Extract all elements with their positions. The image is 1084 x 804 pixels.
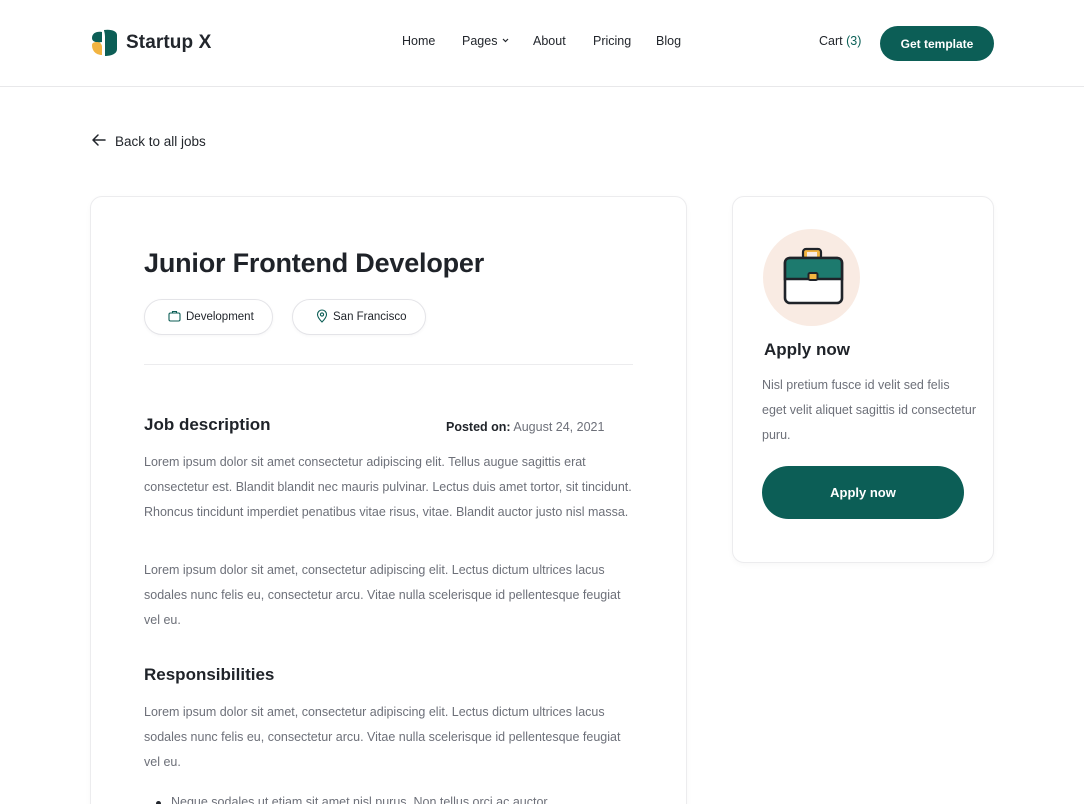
briefcase-icon xyxy=(168,310,181,325)
apply-button-label: Apply now xyxy=(830,485,896,500)
description-paragraph: Lorem ipsum dolor sit amet, consectetur … xyxy=(144,563,621,627)
nav-item-label: About xyxy=(533,34,566,48)
nav-item-pricing[interactable]: Pricing xyxy=(593,34,631,48)
job-details-card: Junior Frontend Developer Development Sa… xyxy=(90,196,687,804)
site-header: Startup X Home Pages About Pricing Blog … xyxy=(0,0,1084,87)
get-template-button[interactable]: Get template xyxy=(880,26,994,61)
back-to-jobs-link[interactable]: Back to all jobs xyxy=(91,133,206,150)
posted-date: August 24, 2021 xyxy=(513,420,605,434)
logo-text: Startup X xyxy=(126,32,212,53)
tag-label: San Francisco xyxy=(333,311,407,323)
posted-on: Posted on: August 24, 2021 xyxy=(446,420,605,434)
apply-icon-badge xyxy=(763,229,860,326)
apply-text: Nisl pretium fusce id velit sed felis eg… xyxy=(762,378,977,442)
responsibilities-paragraph: Lorem ipsum dolor sit amet, consectetur … xyxy=(144,705,621,769)
logo-icon xyxy=(91,29,118,57)
apply-now-button[interactable]: Apply now xyxy=(762,466,964,519)
nav-item-blog[interactable]: Blog xyxy=(656,34,681,48)
nav-item-label: Pricing xyxy=(593,34,632,48)
cart-link[interactable]: Cart (3) xyxy=(819,34,861,48)
nav-item-about[interactable]: About xyxy=(533,34,566,48)
tag-label: Development xyxy=(186,311,254,323)
back-link-label: Back to all jobs xyxy=(115,134,206,149)
cart-label: Cart xyxy=(819,34,843,48)
divider xyxy=(144,364,633,365)
posted-label: Posted on xyxy=(446,420,507,434)
nav-item-label: Blog xyxy=(656,34,682,48)
responsibilities-title: Responsibilities xyxy=(144,665,275,684)
nav-item-home[interactable]: Home xyxy=(402,34,435,48)
nav-item-pages[interactable]: Pages xyxy=(462,34,510,48)
list-item: Neque sodales ut etiam sit amet nisl pur… xyxy=(156,795,548,804)
location-pin-icon xyxy=(316,308,328,326)
get-template-label: Get template xyxy=(900,36,974,51)
nav-item-label: Home xyxy=(402,34,436,48)
apply-card: Apply now Nisl pretium fusce id velit se… xyxy=(732,196,994,563)
job-title: Junior Frontend Developer xyxy=(144,248,485,278)
job-description-title: Job description xyxy=(144,415,271,434)
nav-item-label: Pages xyxy=(462,34,498,48)
chevron-down-icon xyxy=(501,34,510,48)
apply-title: Apply now xyxy=(764,340,850,359)
cart-count: (3) xyxy=(846,34,862,48)
description-paragraph: Lorem ipsum dolor sit amet consectetur a… xyxy=(144,455,632,519)
arrow-left-icon xyxy=(91,133,106,150)
logo[interactable]: Startup X xyxy=(91,29,211,57)
tag-location[interactable]: San Francisco xyxy=(292,299,426,335)
briefcase-icon xyxy=(782,246,844,313)
tag-category[interactable]: Development xyxy=(144,299,273,335)
